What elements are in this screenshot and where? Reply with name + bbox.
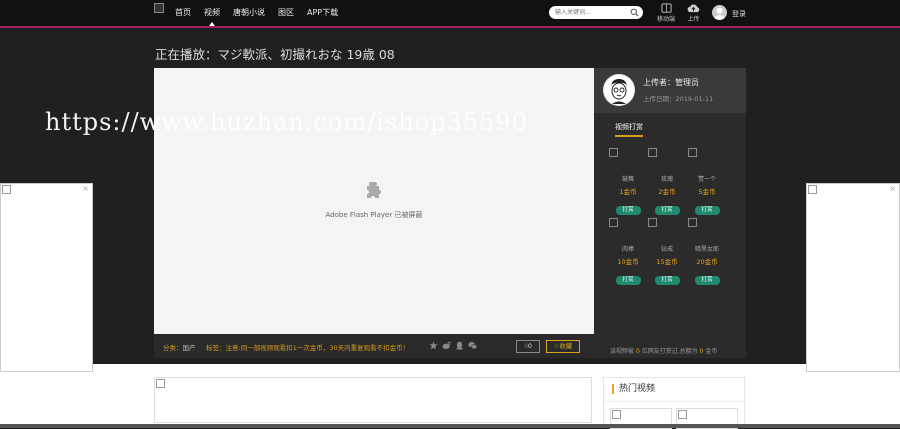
gift-item: 鼓舞 1金币 打赏 <box>608 148 648 215</box>
gift-price: 1金币 <box>619 188 637 196</box>
gift-image <box>688 148 697 157</box>
hot-videos-box: 热门视频 <box>603 377 745 429</box>
flash-blocked-notice: Adobe Flash Player 已被屏蔽 <box>154 180 594 220</box>
user-icon <box>714 7 725 20</box>
uploader-card: 上传者：管理员 上传日期：2019-01-11 <box>594 68 746 113</box>
hot-videos-title: 热门视频 <box>612 384 655 394</box>
share-icons <box>429 341 477 350</box>
nav-item-app-download[interactable]: APP下载 <box>307 0 338 26</box>
wechat-icon[interactable] <box>468 341 477 350</box>
gift-name: 暗黑女郎 <box>694 246 719 253</box>
watermark-text: https://www.huzhan.com/ishop35590 <box>45 108 528 136</box>
site-logo[interactable] <box>154 3 164 13</box>
gift-price: 15金币 <box>656 258 678 266</box>
nav-item-gallery[interactable]: 图区 <box>278 0 294 26</box>
tip-summary: 该视频被 0 位网友打赏过,总额为 0 金币 <box>610 346 717 355</box>
category: 分类：国产 <box>163 342 196 352</box>
gift-price: 5金币 <box>698 188 716 196</box>
tip-summary-middle: 位网友打赏过,总额为 <box>641 348 698 355</box>
nav-item-novel[interactable]: 唐朝小说 <box>233 0 265 26</box>
search-input[interactable] <box>555 7 627 18</box>
search-box <box>549 6 643 19</box>
gift-item: 肉棒 10金币 打赏 <box>608 218 648 285</box>
gift-item: 玫瑰 2金币 打赏 <box>647 148 687 215</box>
gift-name: 肉棒 <box>621 246 634 253</box>
tip-button[interactable]: 打赏 <box>654 276 680 285</box>
gift-name: 玫瑰 <box>660 176 673 183</box>
right-ad-image <box>808 185 817 194</box>
mobile-label: 移动端 <box>657 16 676 23</box>
gift-image <box>648 148 657 157</box>
like-count: 0 <box>527 342 533 350</box>
tip-button[interactable]: 打赏 <box>654 206 680 215</box>
favorite-button[interactable]: ☆收藏 <box>546 340 580 353</box>
gift-image <box>688 218 697 227</box>
gift-item: 暗黑女郎 20金币 打赏 <box>687 218 727 285</box>
tip-panel-title: 视频打赏 <box>615 122 643 137</box>
tip-button[interactable]: 打赏 <box>615 206 641 215</box>
thumbnail-image <box>612 410 621 419</box>
side-panel: 上传者：管理员 上传日期：2019-01-11 视频打赏 鼓舞 1金币 打赏 玫… <box>594 68 746 358</box>
gift-item: 赞一个 5金币 打赏 <box>687 148 727 215</box>
gift-price: 20金币 <box>696 258 718 266</box>
cloud-upload-icon <box>687 4 700 13</box>
gift-image <box>609 148 618 157</box>
tip-summary-prefix: 该视频被 <box>610 348 635 355</box>
mobile-icon <box>660 3 672 13</box>
banner-ad[interactable] <box>154 377 592 423</box>
like-button[interactable]: ☝0 <box>516 340 540 353</box>
uploader-name: 上传者：管理员 <box>643 78 699 87</box>
upload-label: 上传 <box>687 16 700 23</box>
top-navbar: 首页 视频 唐朝小说 图区 APP下载 移动端 上传 登录 <box>0 0 900 28</box>
tip-total: 0 <box>699 348 704 355</box>
nav-item-video[interactable]: 视频 <box>204 0 220 26</box>
tip-button[interactable]: 打赏 <box>615 276 641 285</box>
star-share-icon[interactable] <box>429 341 438 350</box>
tag-notice: 标签：注意:同一部视频观看扣1一次金币，30天内重复观看不扣金币！ <box>206 344 410 352</box>
left-float-ad[interactable]: × <box>0 183 93 372</box>
tip-count: 0 <box>635 348 640 355</box>
video-info-bar: 分类：国产 标签：注意:同一部视频观看扣1一次金币，30天内重复观看不扣金币！ … <box>154 334 594 358</box>
upload-date: 上传日期：2019-01-11 <box>643 95 714 103</box>
bottom-edge <box>0 424 900 428</box>
plugin-puzzle-icon <box>367 182 381 198</box>
category-label: 分类： <box>163 344 183 352</box>
gift-name: 鼓舞 <box>621 176 634 183</box>
cartoon-avatar-icon <box>603 74 635 106</box>
gift-image <box>648 218 657 227</box>
search-icon[interactable] <box>630 8 639 17</box>
tip-summary-suffix: 金币 <box>705 348 718 355</box>
gift-name: 赞一个 <box>697 176 716 183</box>
banner-ad-image <box>156 379 165 388</box>
page-title: 正在播放：マジ軟派、初撮れおな 19歳 08 <box>155 47 395 62</box>
gift-price: 10金币 <box>617 258 639 266</box>
tip-button[interactable]: 打赏 <box>694 276 720 285</box>
user-avatar[interactable] <box>712 5 727 20</box>
weibo-icon[interactable] <box>442 341 451 350</box>
uploader-avatar[interactable] <box>603 74 635 106</box>
category-value[interactable]: 国产 <box>183 344 196 352</box>
right-float-ad[interactable]: × <box>806 183 900 372</box>
upload-button[interactable]: 上传 <box>687 3 700 23</box>
main-nav: 首页 视频 唐朝小说 图区 APP下载 <box>175 0 351 26</box>
left-ad-image <box>2 185 11 194</box>
mobile-button[interactable]: 移动端 <box>657 3 675 23</box>
nav-item-home[interactable]: 首页 <box>175 0 191 26</box>
close-icon[interactable]: × <box>889 184 896 193</box>
login-link[interactable]: 登录 <box>732 9 746 19</box>
qq-icon[interactable] <box>455 341 464 350</box>
close-icon[interactable]: × <box>82 184 89 193</box>
favorite-label: 收藏 <box>559 342 573 350</box>
flash-message: Adobe Flash Player 已被屏蔽 <box>325 211 423 219</box>
thumbnail-image <box>678 410 687 419</box>
gift-item: 钻戒 15金币 打赏 <box>647 218 687 285</box>
gift-name: 钻戒 <box>660 246 673 253</box>
hot-divider <box>604 401 744 402</box>
gift-price: 2金币 <box>658 188 676 196</box>
tip-button[interactable]: 打赏 <box>694 206 720 215</box>
gift-image <box>609 218 618 227</box>
